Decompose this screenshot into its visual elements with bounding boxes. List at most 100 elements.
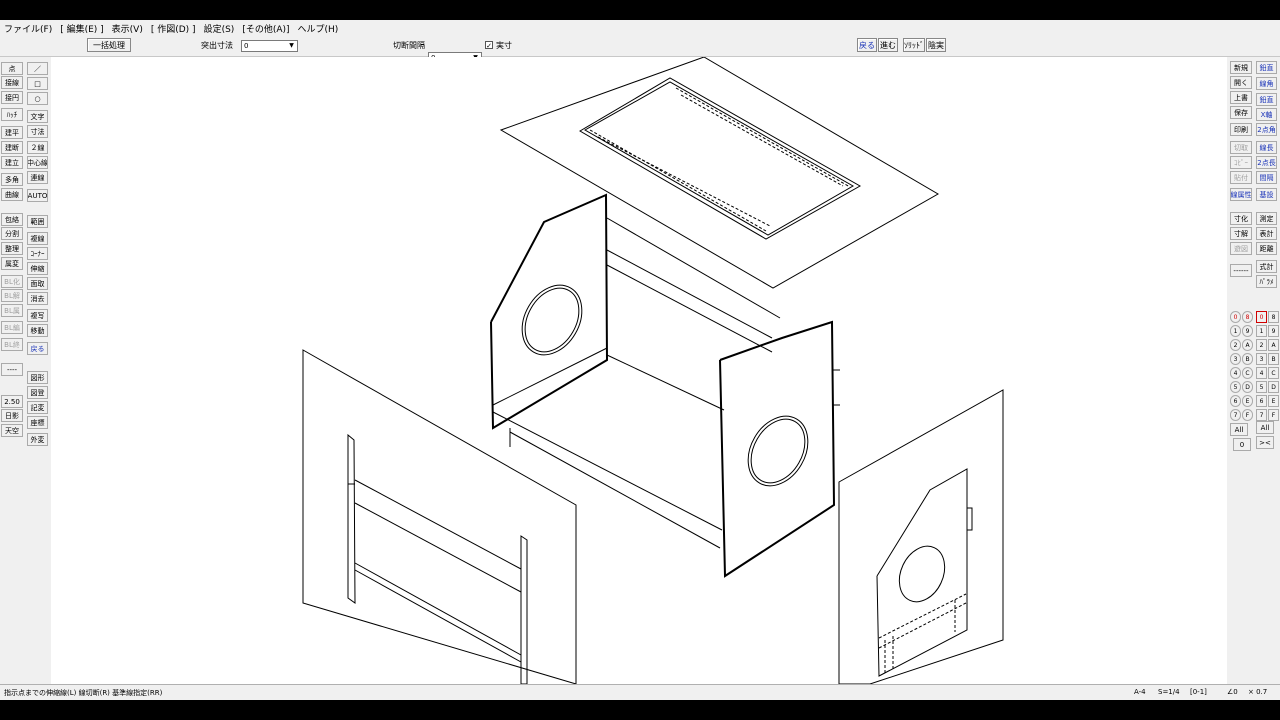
left-tool-b-button-9[interactable]: 範囲 — [27, 215, 48, 228]
right-tool-b-button-10[interactable]: 表計 — [1256, 227, 1277, 240]
left-tool-a-button-7[interactable]: 多角 — [1, 173, 23, 186]
left-tool-b-button-14[interactable]: 消去 — [27, 292, 48, 305]
layer-A[interactable]: A — [1268, 339, 1279, 351]
right-tool-a-button-8[interactable]: 線属性 — [1230, 188, 1252, 201]
left-tool-a-button-16[interactable]: BL編 — [1, 321, 23, 334]
layer-7[interactable]: 7 — [1256, 409, 1267, 421]
layer-5[interactable]: 5 — [1256, 381, 1267, 393]
left-tool-b-button-11[interactable]: ｺｰﾅｰ — [27, 247, 48, 260]
left-tool-a-button-18[interactable]: ---- — [1, 363, 23, 376]
left-tool-b-button-22[interactable]: 外変 — [27, 433, 48, 446]
layer-group-5[interactable]: 5 — [1230, 381, 1241, 393]
right-tool-a-button-4[interactable]: 印刷 — [1230, 123, 1252, 136]
left-tool-a-button-20[interactable]: 日影 — [1, 409, 23, 422]
left-tool-a-button-19[interactable]: 2.50 — [1, 395, 23, 408]
menu-file[interactable]: ファイル(F) — [0, 22, 56, 35]
left-tool-a-button-4[interactable]: 建平 — [1, 126, 23, 139]
layer-group-4[interactable]: 4 — [1230, 367, 1241, 379]
undo-button[interactable]: 戻る — [857, 38, 877, 52]
layer-group-B[interactable]: B — [1242, 353, 1253, 365]
left-tool-b-button-7[interactable]: 連線 — [27, 171, 48, 184]
layer-group-0[interactable]: 0 — [1230, 311, 1241, 323]
actual-size-checkbox[interactable]: ✓ — [485, 41, 493, 50]
angle-indicator[interactable]: ∠0 — [1227, 688, 1238, 696]
layer-group-A[interactable]: A — [1242, 339, 1253, 351]
left-tool-a-button-10[interactable]: 分割 — [1, 227, 23, 240]
left-tool-a-button-6[interactable]: 建立 — [1, 156, 23, 169]
shade-button[interactable]: 陰実 — [926, 38, 946, 52]
layer-4[interactable]: 4 — [1256, 367, 1267, 379]
overhang-select[interactable]: 0 ▼ — [241, 40, 298, 52]
right-tool-b-button-1[interactable]: 線角 — [1256, 77, 1277, 90]
layer-group-9[interactable]: 9 — [1242, 325, 1253, 337]
right-tool-a-button-1[interactable]: 開く — [1230, 76, 1252, 89]
left-tool-b-button-19[interactable]: 図登 — [27, 386, 48, 399]
left-tool-b-button-15[interactable]: 複写 — [27, 309, 48, 322]
layer-F[interactable]: F — [1268, 409, 1279, 421]
right-tool-b-button-2[interactable]: 鉛直 — [1256, 93, 1277, 106]
layer-group-7[interactable]: 7 — [1230, 409, 1241, 421]
right-tool-b-button-11[interactable]: 距離 — [1256, 242, 1277, 255]
layer-group-2[interactable]: 2 — [1230, 339, 1241, 351]
scale-indicator[interactable]: S=1/4 — [1158, 688, 1180, 696]
right-tool-a-button-9[interactable]: 寸化 — [1230, 212, 1252, 225]
left-tool-b-button-20[interactable]: 記変 — [27, 401, 48, 414]
layer-indicator[interactable]: [0-1] — [1190, 688, 1207, 696]
left-tool-b-button-18[interactable]: 図形 — [27, 371, 48, 384]
layer-close-button[interactable]: >< — [1256, 436, 1274, 449]
layer-group-C[interactable]: C — [1242, 367, 1253, 379]
layer-group-1[interactable]: 1 — [1230, 325, 1241, 337]
right-tool-b-button-4[interactable]: 2点角 — [1256, 123, 1277, 136]
menu-help[interactable]: ヘルプ(H) — [294, 22, 343, 35]
left-tool-b-button-1[interactable]: □ — [27, 77, 48, 90]
right-tool-a-button-11[interactable]: 遊図 — [1230, 242, 1252, 255]
left-tool-a-button-15[interactable]: BL属 — [1, 304, 23, 317]
right-tool-b-button-3[interactable]: X軸 — [1256, 108, 1277, 121]
right-tool-b-button-12[interactable]: 式計 — [1256, 260, 1277, 273]
layer-1[interactable]: 1 — [1256, 325, 1267, 337]
left-tool-a-button-14[interactable]: BL解 — [1, 289, 23, 302]
right-tool-a-button-3[interactable]: 保存 — [1230, 106, 1252, 119]
layer-E[interactable]: E — [1268, 395, 1279, 407]
left-tool-b-button-5[interactable]: ２線 — [27, 141, 48, 154]
layer-group-6[interactable]: 6 — [1230, 395, 1241, 407]
menu-view[interactable]: 表示(V) — [108, 22, 147, 35]
layer-group-8[interactable]: 8 — [1242, 311, 1253, 323]
batch-process-button[interactable]: 一括処理 — [87, 38, 131, 52]
left-tool-b-button-16[interactable]: 移動 — [27, 324, 48, 337]
layer-6[interactable]: 6 — [1256, 395, 1267, 407]
right-tool-b-button-8[interactable]: 基設 — [1256, 188, 1277, 201]
left-tool-a-button-8[interactable]: 曲線 — [1, 188, 23, 201]
left-tool-a-button-0[interactable]: 点 — [1, 62, 23, 75]
left-tool-a-button-3[interactable]: ﾊｯﾁ — [1, 108, 23, 121]
paper-size[interactable]: A-4 — [1134, 688, 1146, 696]
right-tool-b-button-13[interactable]: ﾊﾟﾗﾒ — [1256, 275, 1277, 288]
left-tool-b-button-0[interactable]: ／ — [27, 62, 48, 75]
multiplier-indicator[interactable]: × 0.7 — [1248, 688, 1267, 696]
right-tool-a-button-0[interactable]: 新規 — [1230, 61, 1252, 74]
right-tool-b-button-5[interactable]: 線長 — [1256, 141, 1277, 154]
layer-group-E[interactable]: E — [1242, 395, 1253, 407]
menu-settings[interactable]: 設定(S) — [200, 22, 239, 35]
layer-group-zero-button[interactable]: 0 — [1233, 438, 1251, 451]
layer-group-3[interactable]: 3 — [1230, 353, 1241, 365]
left-tool-b-button-2[interactable]: ○ — [27, 92, 48, 105]
left-tool-b-button-21[interactable]: 座標 — [27, 416, 48, 429]
redo-button[interactable]: 進む — [878, 38, 898, 52]
layer-group-F[interactable]: F — [1242, 409, 1253, 421]
layer-group-D[interactable]: D — [1242, 381, 1253, 393]
left-tool-a-button-2[interactable]: 接円 — [1, 91, 23, 104]
left-tool-b-button-3[interactable]: 文字 — [27, 110, 48, 123]
menu-edit[interactable]: [ 編集(E) ] — [56, 22, 107, 35]
left-tool-b-button-10[interactable]: 複線 — [27, 232, 48, 245]
right-tool-a-button-2[interactable]: 上書 — [1230, 91, 1252, 104]
menu-other[interactable]: [その他(A)] — [238, 22, 293, 35]
left-tool-a-button-5[interactable]: 建断 — [1, 141, 23, 154]
left-tool-b-button-8[interactable]: AUTO — [27, 189, 48, 202]
menu-draw[interactable]: [ 作図(D) ] — [147, 22, 200, 35]
right-tool-b-button-9[interactable]: 測定 — [1256, 212, 1277, 225]
left-tool-b-button-12[interactable]: 伸縮 — [27, 262, 48, 275]
layer-B[interactable]: B — [1268, 353, 1279, 365]
left-tool-a-button-21[interactable]: 天空 — [1, 424, 23, 437]
layer-9[interactable]: 9 — [1268, 325, 1279, 337]
